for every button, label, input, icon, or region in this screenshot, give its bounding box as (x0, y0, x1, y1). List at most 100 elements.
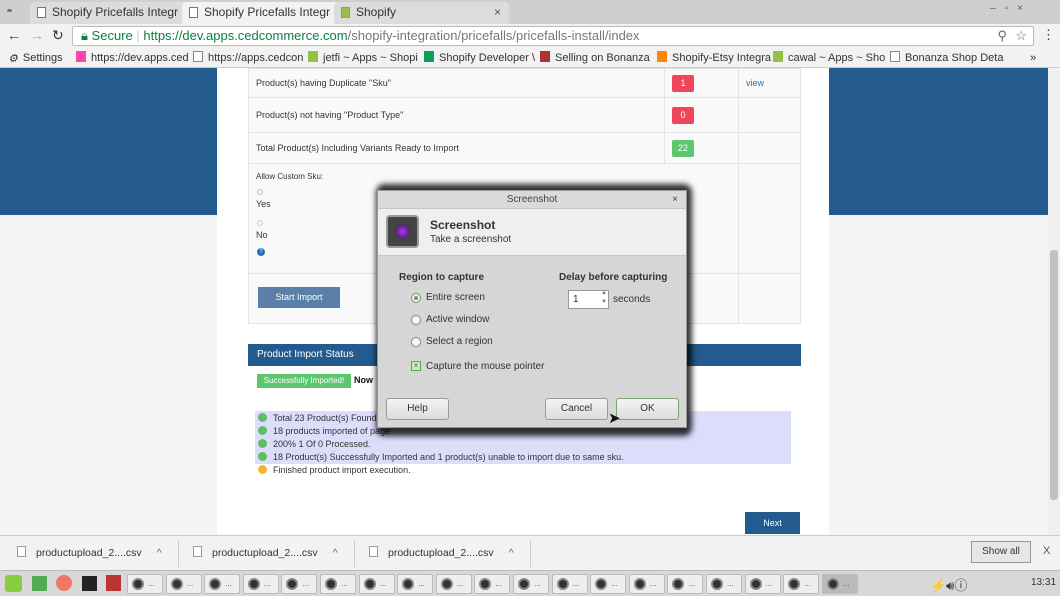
bookmark-label: https://apps.cedcon (208, 52, 304, 64)
window-label: ... (186, 579, 194, 588)
lock-icon: 🔒︎ (81, 28, 88, 43)
taskbar-window-button[interactable]: ... (474, 574, 511, 594)
window-icon (132, 578, 144, 590)
close-icon[interactable]: × (672, 191, 678, 209)
help-button[interactable]: Help (386, 398, 449, 420)
bookmark[interactable]: cawal ~ Apps ~ Sho (773, 48, 885, 68)
delay-spinner[interactable]: 1 ▲ ▼ (568, 290, 609, 309)
menu-icon[interactable]: ⋮ (1042, 27, 1055, 43)
terminal-icon[interactable] (82, 576, 97, 591)
taskbar-window-button[interactable]: ... (590, 574, 627, 594)
page-icon (189, 7, 198, 18)
bookmark[interactable]: ⚙ Settings (8, 48, 63, 68)
window-icon (672, 578, 685, 590)
option-label: Entire screen (426, 292, 485, 303)
taskbar-window-button[interactable]: ... (435, 574, 472, 594)
download-item[interactable]: productupload_2....csv ^ (369, 546, 514, 559)
option-label: Active window (426, 314, 490, 325)
taskbar-window-button[interactable]: ... (667, 574, 704, 594)
window-label: ... (495, 579, 503, 588)
shopify-icon (341, 7, 350, 18)
taskbar-window-button[interactable]: ... (628, 574, 665, 594)
yes-radio[interactable] (257, 189, 263, 195)
taskbar-window-button[interactable]: ... (127, 574, 163, 594)
bookmark-label: Shopify-Etsy Integra (672, 52, 772, 64)
taskbar-window-button[interactable]: ... (320, 574, 356, 594)
log-line: 18 products imported of page (258, 426, 390, 436)
window-controls[interactable]: –▫× (990, 3, 1056, 18)
download-item[interactable]: productupload_2....csv ^ (193, 546, 338, 559)
taskbar-window-button[interactable]: ... (551, 574, 588, 594)
taskbar-window-button[interactable]: ... (397, 574, 434, 594)
star-icon[interactable]: ☆ (1015, 27, 1027, 45)
menu-icon[interactable] (5, 575, 22, 592)
firefox-icon[interactable] (56, 575, 72, 591)
check-icon (258, 413, 267, 422)
taskbar-window-button[interactable]: ... (165, 574, 202, 594)
log-line: 18 Product(s) Successfully Imported and … (258, 452, 624, 462)
address-bar[interactable]: 🔒︎ Secure | https://dev.apps.cedcommerce… (72, 26, 1034, 46)
taskbar-window-button[interactable]: ... (204, 574, 241, 594)
bookmark[interactable]: jetfi ~ Apps ~ Shopi (308, 48, 418, 68)
window-label: ... (804, 579, 811, 588)
zoom-icon[interactable]: ⚲ (997, 27, 1007, 45)
bookmark[interactable]: Shopify Developer \ (424, 48, 535, 68)
mouse-pointer-icon: ➤ (608, 410, 621, 427)
chevron-up-icon[interactable]: ^ (333, 547, 338, 559)
close-downloads-button[interactable]: X (1043, 545, 1050, 557)
next-button[interactable]: Next (745, 512, 800, 534)
forward-icon[interactable]: → (30, 27, 44, 43)
close-tab-icon[interactable]: × (494, 2, 501, 22)
window-icon (440, 578, 453, 590)
no-radio[interactable] (257, 220, 263, 226)
tray-icons[interactable]: ⚡🔊︎ⓘ (930, 575, 967, 594)
success-badge: Successfully Imported! (257, 374, 351, 388)
show-desktop-icon[interactable] (32, 576, 47, 591)
bookmark[interactable]: Selling on Bonanza (540, 48, 650, 68)
bookmark[interactable]: Shopify-Etsy Integra (657, 48, 771, 68)
tab-1[interactable]: Shopify Pricefalls Integr× (30, 2, 205, 24)
entire-screen-radio[interactable] (411, 293, 421, 303)
spin-arrows-icon[interactable]: ▲ ▼ (601, 289, 607, 307)
taskbar-window-button[interactable]: ... (358, 574, 395, 594)
more-bookmarks-button[interactable]: » (1030, 48, 1036, 68)
ok-button[interactable]: OK (616, 398, 679, 420)
tab-2[interactable]: Shopify Pricefalls Integr× (182, 2, 357, 24)
bookmark[interactable]: https://dev.apps.ced (76, 48, 189, 68)
bookmark-label: jetfi ~ Apps ~ Shopi (323, 52, 418, 64)
scrollbar-thumb[interactable] (1050, 250, 1058, 500)
help-icon[interactable]: ? (257, 248, 265, 256)
taskbar-window-button[interactable]: ... (783, 574, 820, 594)
pointer-checkbox[interactable]: × (411, 361, 421, 371)
log-text: 200% 1 Of 0 Processed. (273, 439, 371, 449)
taskbar-window-button[interactable]: ... (513, 574, 549, 594)
bookmark[interactable]: https://apps.cedcon (193, 48, 303, 68)
taskbar-window-button[interactable]: ... (821, 574, 858, 594)
start-import-button[interactable]: Start Import (258, 287, 340, 308)
select-region-radio[interactable] (411, 337, 421, 347)
taskbar-window-button[interactable]: ... (281, 574, 318, 594)
bookmark[interactable]: Bonanza Shop Deta (890, 48, 1003, 68)
cancel-button[interactable]: Cancel (545, 398, 608, 420)
window-label: ... (842, 579, 850, 588)
show-all-button[interactable]: Show all (971, 541, 1031, 563)
reload-icon[interactable]: ↻ (52, 27, 64, 44)
view-link[interactable]: view (746, 78, 764, 88)
window-icon (749, 578, 762, 590)
taskbar-window-button[interactable]: ... (744, 574, 781, 594)
app-icon[interactable] (106, 575, 121, 591)
download-item[interactable]: productupload_2....csv ^ (17, 546, 162, 559)
active-window-radio[interactable] (411, 315, 421, 325)
tab-3[interactable]: Shopify × (334, 2, 509, 24)
table-row: Product(s) not having "Product Type" 0 (248, 97, 801, 133)
dialog-header: Screenshot Take a screenshot (378, 209, 686, 256)
taskbar-window-button[interactable]: ... (706, 574, 742, 594)
row-label: Product(s) not having "Product Type" (248, 97, 665, 133)
url-host: https://dev.apps.cedcommerce.com (143, 28, 348, 43)
success-text: Now (354, 375, 373, 385)
taskbar-window-button[interactable]: ... (242, 574, 279, 594)
back-icon[interactable]: ← (7, 27, 21, 43)
chevron-up-icon[interactable]: ^ (157, 547, 162, 559)
bookmark-label: Bonanza Shop Deta (905, 52, 1004, 64)
chevron-up-icon[interactable]: ^ (509, 547, 514, 559)
